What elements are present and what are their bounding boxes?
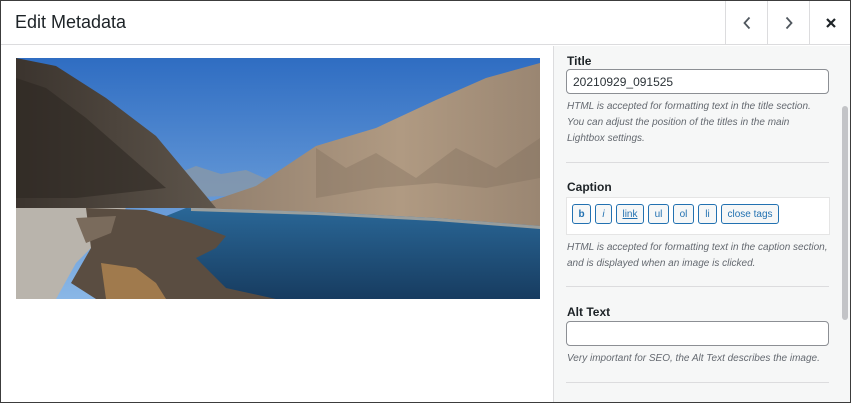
modal-title: Edit Metadata: [15, 12, 127, 32]
sidebar-scrollbar[interactable]: [842, 106, 848, 320]
chevron-right-icon: [784, 16, 794, 30]
close-tags-button[interactable]: close tags: [721, 204, 779, 224]
divider: [566, 286, 829, 287]
italic-button[interactable]: i: [595, 204, 612, 224]
close-icon: [825, 17, 837, 29]
ol-button[interactable]: ol: [673, 204, 694, 224]
title-label: Title: [567, 54, 592, 68]
bold-button[interactable]: b: [572, 204, 591, 224]
title-help-text: HTML is accepted for formatting text in …: [567, 101, 811, 144]
previous-button[interactable]: [725, 1, 767, 44]
li-button[interactable]: li: [698, 204, 717, 224]
alt-text-help-text: Very important for SEO, the Alt Text des…: [567, 353, 820, 364]
chevron-left-icon: [742, 16, 752, 30]
landscape-photo: [16, 58, 540, 299]
link-button[interactable]: link: [616, 204, 644, 224]
next-button[interactable]: [767, 1, 809, 44]
alt-text-label: Alt Text: [567, 305, 611, 319]
caption-help-text: HTML is accepted for formatting text in …: [567, 242, 828, 269]
caption-textarea[interactable]: [566, 225, 830, 235]
close-button[interactable]: [809, 1, 850, 44]
image-preview-pane: [1, 46, 553, 402]
caption-quicktags-toolbar: b i link ul ol li close tags: [566, 197, 830, 225]
ul-button[interactable]: ul: [648, 204, 669, 224]
caption-label: Caption: [567, 180, 612, 194]
edit-metadata-modal: Edit Metadata Title 20210929_091525 HTML…: [0, 0, 851, 403]
alt-text-input[interactable]: [566, 321, 829, 346]
divider: [566, 162, 829, 163]
title-input[interactable]: [566, 69, 829, 94]
divider: [566, 382, 829, 383]
metadata-sidebar: Title HTML is accepted for formatting te…: [553, 46, 850, 402]
modal-header: Edit Metadata: [1, 1, 850, 45]
